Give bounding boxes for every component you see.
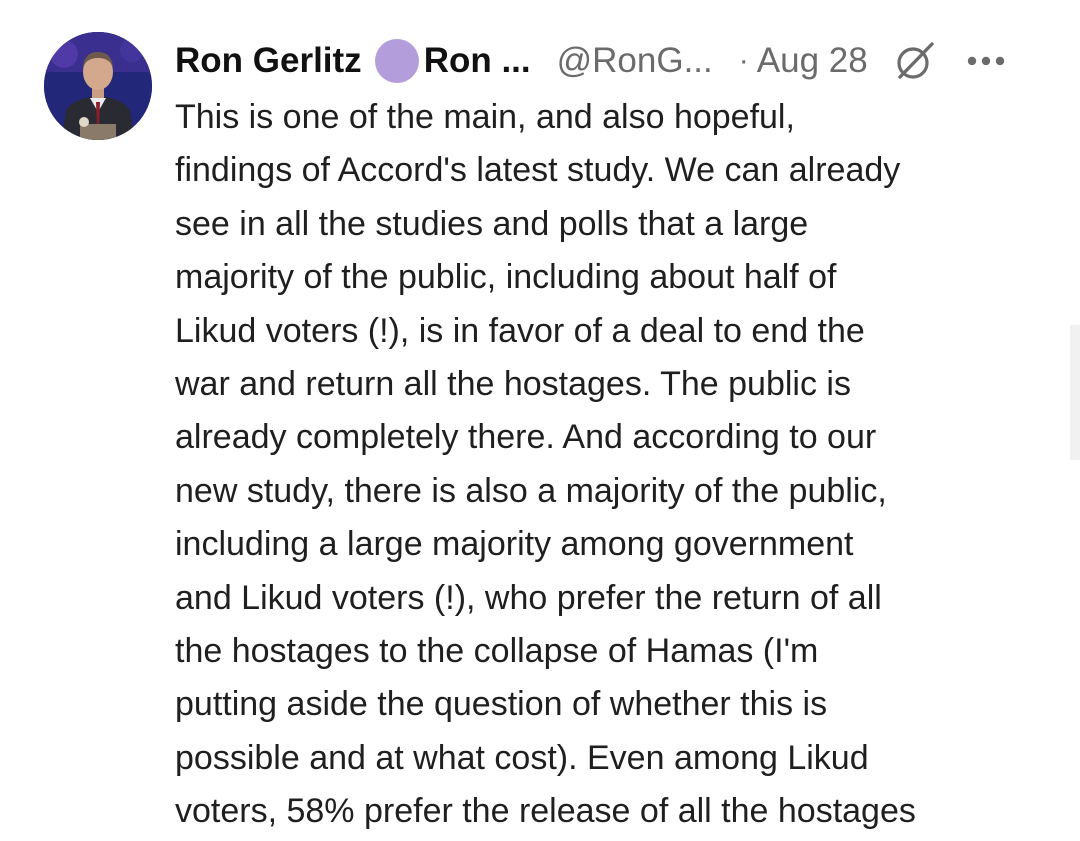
person-avatar-icon (44, 32, 152, 140)
post-body-line: majority of the public, including about … (175, 258, 837, 297)
post-body-line: already completely there. And according … (175, 418, 877, 457)
author-display-name[interactable]: Ron Gerlitz (175, 41, 362, 81)
post-body-line: see in all the studies and polls that a … (175, 204, 809, 243)
post-body-line: putting aside the question of whether th… (175, 685, 828, 724)
scrollbar[interactable] (1070, 325, 1080, 460)
post-body-line: possible and at what cost). Even among L… (175, 738, 869, 777)
post-body-line: the hostages to the collapse of Hamas (I… (175, 632, 819, 671)
post-date[interactable]: Aug 28 (757, 41, 868, 81)
author-secondary-name[interactable]: Ron ... (424, 41, 531, 81)
post-header: Ron Gerlitz Ron ... @RonG... · Aug 28 (175, 36, 1040, 86)
post-body: This is one of the main, and also hopefu… (175, 91, 1045, 839)
post-body-line: This is one of the main, and also hopefu… (175, 98, 795, 136)
author-handle[interactable]: @RonG... (557, 41, 713, 81)
meta-separator: · (738, 44, 749, 77)
post-body-line: and Likud voters (!), who prefer the ret… (175, 578, 882, 617)
post-body-line: voters, 58% prefer the release of all th… (175, 792, 916, 831)
post-body-line: findings of Accord's latest study. We ca… (175, 151, 901, 190)
post-body-line: new study, there is also a majority of t… (175, 471, 887, 510)
post: Ron Gerlitz Ron ... @RonG... · Aug 28 Th… (0, 0, 1080, 841)
bridgy-crossed-circle-icon[interactable] (892, 38, 938, 84)
post-body-line: including a large majority among governm… (175, 525, 854, 564)
more-horizontal-icon[interactable] (964, 39, 1008, 83)
post-body-line: war and return all the hostages. The pub… (175, 365, 851, 404)
author-avatar[interactable] (44, 32, 152, 140)
author-badge-icon (374, 39, 419, 83)
post-body-line: Likud voters (!), is in favor of a deal … (175, 311, 865, 350)
